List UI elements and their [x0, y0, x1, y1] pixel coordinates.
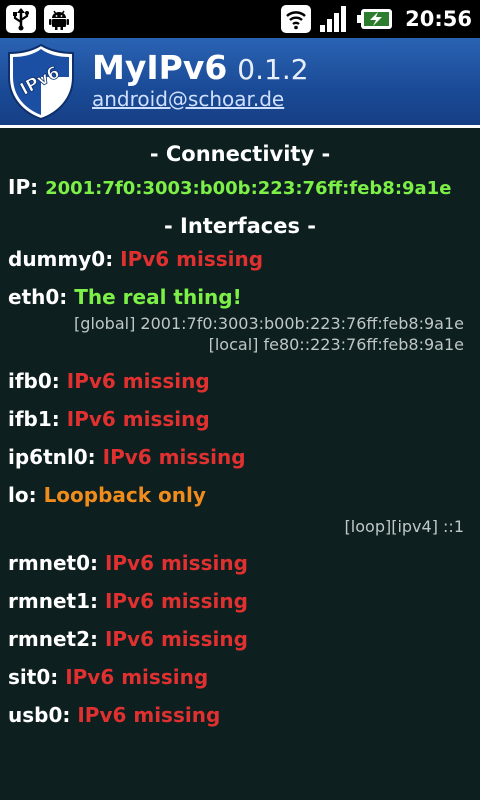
clock: 20:56	[405, 7, 472, 31]
interface-row-eth0: eth0: The real thing!	[8, 285, 464, 309]
app-title-row: MyIPv6 0.1.2	[92, 48, 309, 87]
system-icons: 20:56	[281, 5, 472, 33]
connectivity-ip-row: IP: 2001:7f0:3003:b00b:223:76ff:feb8:9a1…	[8, 175, 464, 199]
wifi-icon	[281, 5, 312, 33]
app-logo-shield-icon: IPv6	[8, 43, 74, 120]
battery-charging-icon	[357, 8, 393, 30]
interface-name: rmnet1:	[8, 589, 98, 613]
interface-address-loop: [loop][ipv4] ::1	[344, 517, 464, 536]
android-icon	[44, 5, 74, 33]
interface-name: ip6tnl0:	[8, 445, 96, 469]
interface-status: IPv6 missing	[120, 247, 264, 271]
interface-status: IPv6 missing	[102, 445, 246, 469]
usb-icon	[6, 5, 36, 33]
interface-status: IPv6 missing	[104, 551, 248, 575]
app-header: IPv6 MyIPv6 0.1.2 android@schoar.de	[0, 38, 480, 128]
interface-row-ifb0: ifb0: IPv6 missing	[8, 369, 464, 393]
status-bar: 20:56	[0, 0, 480, 38]
interface-name: sit0:	[8, 665, 59, 689]
interface-address-local: [local] fe80::223:76ff:feb8:9a1e	[208, 335, 464, 354]
signal-icon	[319, 5, 349, 33]
interface-address-global: [global] 2001:7f0:3003:b00b:223:76ff:feb…	[74, 314, 464, 333]
interface-name: lo:	[8, 483, 37, 507]
ip-label: IP:	[8, 175, 39, 199]
interface-status: IPv6 missing	[66, 369, 210, 393]
ip-value: 2001:7f0:3003:b00b:223:76ff:feb8:9a1e	[45, 178, 452, 199]
interfaces-section-title: - Interfaces -	[164, 214, 316, 238]
notification-icons	[6, 5, 74, 33]
app-name: MyIPv6	[92, 48, 228, 87]
main-content: - Connectivity - IP: 2001:7f0:3003:b00b:…	[0, 142, 480, 727]
interface-status: IPv6 missing	[65, 665, 209, 689]
interface-status: IPv6 missing	[104, 589, 248, 613]
author-email-link[interactable]: android@schoar.de	[92, 87, 309, 111]
interface-status: The real thing!	[74, 285, 242, 309]
interface-row-dummy0: dummy0: IPv6 missing	[8, 247, 464, 271]
app-version: 0.1.2	[237, 53, 309, 86]
interface-name: usb0:	[8, 703, 71, 727]
interface-row-rmnet0: rmnet0: IPv6 missing	[8, 551, 464, 575]
interface-row-sit0: sit0: IPv6 missing	[8, 665, 464, 689]
interface-row-usb0: usb0: IPv6 missing	[8, 703, 464, 727]
interface-status: IPv6 missing	[104, 627, 248, 651]
interface-status: Loopback only	[43, 483, 206, 507]
connectivity-section-title: - Connectivity -	[149, 142, 331, 166]
interface-name: rmnet2:	[8, 627, 98, 651]
interface-row-lo: lo: Loopback only	[8, 483, 464, 507]
interface-name: dummy0:	[8, 247, 114, 271]
app-title-block: MyIPv6 0.1.2 android@schoar.de	[92, 48, 309, 111]
interface-name: ifb1:	[8, 407, 60, 431]
interface-row-rmnet2: rmnet2: IPv6 missing	[8, 627, 464, 651]
interface-row-ifb1: ifb1: IPv6 missing	[8, 407, 464, 431]
interface-name: ifb0:	[8, 369, 60, 393]
interface-status: IPv6 missing	[77, 703, 221, 727]
interface-name: rmnet0:	[8, 551, 98, 575]
interface-status: IPv6 missing	[66, 407, 210, 431]
interface-row-rmnet1: rmnet1: IPv6 missing	[8, 589, 464, 613]
interface-name: eth0:	[8, 285, 68, 309]
interface-row-ip6tnl0: ip6tnl0: IPv6 missing	[8, 445, 464, 469]
